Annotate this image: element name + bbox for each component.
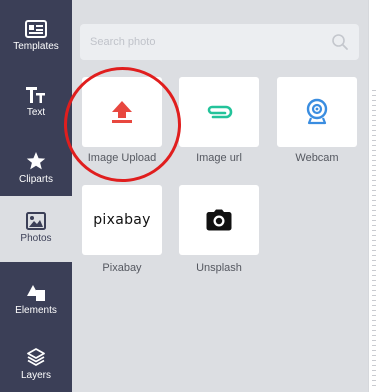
sidebar-item-elements[interactable]: Elements bbox=[0, 284, 72, 316]
sidebar-item-label: Templates bbox=[13, 41, 59, 52]
sidebar-item-templates[interactable]: Templates bbox=[0, 20, 72, 52]
sidebar-item-label: Photos bbox=[20, 233, 52, 244]
webcam-label: Webcam bbox=[295, 152, 339, 164]
image-upload-label: Image Upload bbox=[87, 152, 157, 164]
pixabay-label: Pixabay bbox=[102, 262, 142, 274]
webcam-icon bbox=[306, 98, 328, 125]
sidebar-item-cliparts[interactable]: Cliparts bbox=[0, 151, 72, 185]
image-url-tile[interactable] bbox=[179, 77, 259, 147]
shapes-icon bbox=[27, 285, 45, 301]
upload-icon bbox=[112, 101, 132, 123]
search-input[interactable] bbox=[90, 24, 320, 60]
sidebar-item-label: Elements bbox=[15, 305, 57, 316]
vertical-ruler bbox=[372, 90, 376, 390]
search-icon[interactable] bbox=[331, 33, 349, 51]
image-upload-tile[interactable] bbox=[82, 77, 162, 147]
text-icon bbox=[26, 87, 45, 103]
sidebar-item-layers[interactable]: Layers bbox=[0, 347, 72, 381]
photo-icon bbox=[26, 212, 46, 230]
photos-panel: Image Upload Image url Webcam pixabay Pi… bbox=[72, 0, 368, 392]
unsplash-label: Unsplash bbox=[196, 262, 242, 274]
sidebar-item-text[interactable]: Text bbox=[0, 86, 72, 118]
sidebar-item-label: Cliparts bbox=[19, 174, 53, 185]
pixabay-logo: pixabay bbox=[93, 212, 151, 228]
webcam-tile[interactable] bbox=[277, 77, 357, 147]
pixabay-tile[interactable]: pixabay bbox=[82, 185, 162, 255]
sidebar-item-photos[interactable]: Photos bbox=[0, 196, 72, 262]
camera-icon bbox=[206, 209, 232, 231]
image-url-label: Image url bbox=[196, 152, 242, 164]
sidebar-item-label: Layers bbox=[20, 370, 51, 381]
unsplash-tile[interactable] bbox=[179, 185, 259, 255]
search-box bbox=[80, 24, 359, 60]
templates-icon bbox=[25, 20, 47, 38]
layers-icon bbox=[27, 348, 45, 366]
sidebar-item-label: Text bbox=[26, 107, 46, 118]
sidebar: Templates Text Cliparts Photos Elements bbox=[0, 0, 72, 392]
paperclip-icon bbox=[207, 105, 233, 119]
star-icon bbox=[26, 152, 46, 170]
